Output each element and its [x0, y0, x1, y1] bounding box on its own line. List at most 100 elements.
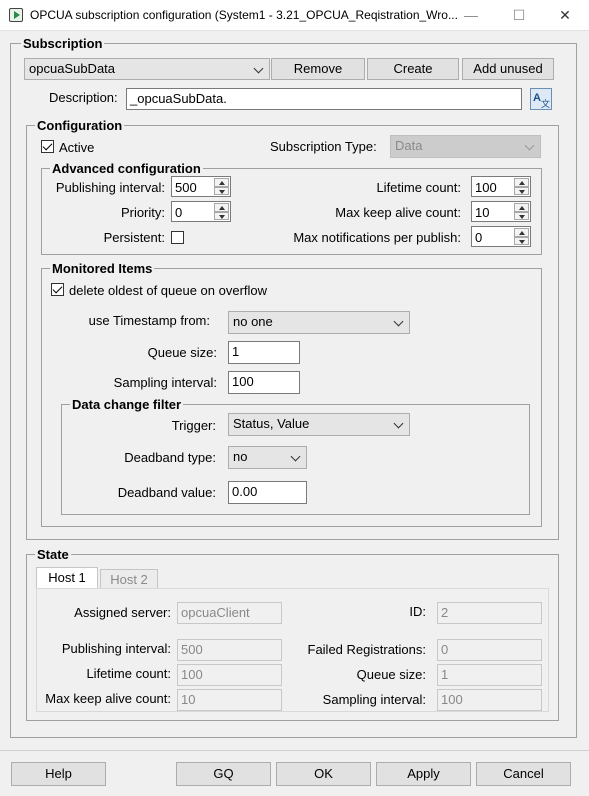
priority-spinner[interactable]: 0: [171, 201, 231, 222]
delete-oldest-checkbox[interactable]: [51, 283, 64, 296]
chevron-down-icon: [253, 59, 265, 79]
state-sampling-interval-value: 100: [437, 689, 542, 711]
state-queue-size-label: Queue size:: [356, 667, 426, 682]
trigger-label: Trigger:: [171, 418, 216, 433]
timestamp-select[interactable]: no one: [228, 311, 410, 334]
persistent-checkbox[interactable]: [171, 231, 184, 244]
publishing-interval-label: Publishing interval:: [55, 180, 165, 195]
assigned-server-label: Assigned server:: [74, 605, 171, 620]
state-lifetime-count-label: Lifetime count:: [86, 666, 171, 681]
spin-up-icon[interactable]: [514, 178, 529, 187]
ok-button[interactable]: OK: [276, 762, 371, 786]
maximize-button[interactable]: ☐: [499, 4, 539, 26]
max-notifications-spinner[interactable]: 0: [471, 226, 531, 247]
max-keep-alive-label: Max keep alive count:: [335, 205, 461, 220]
assigned-server-value: opcuaClient: [177, 602, 282, 624]
timestamp-value: no one: [233, 314, 273, 329]
subscription-type-value: Data: [395, 138, 423, 153]
app-icon: [9, 8, 23, 22]
lifetime-count-value: 100: [475, 180, 497, 195]
state-queue-size-value: 1: [437, 664, 542, 686]
add-unused-button[interactable]: Add unused: [462, 58, 554, 80]
trigger-select[interactable]: Status, Value: [228, 413, 410, 436]
apply-button[interactable]: Apply: [376, 762, 471, 786]
data-change-filter-title: Data change filter: [70, 397, 184, 412]
translate-icon[interactable]: A文: [530, 88, 552, 110]
spin-up-icon[interactable]: [514, 228, 529, 237]
deadband-value-input[interactable]: 0.00: [228, 481, 307, 504]
state-group-title: State: [35, 547, 71, 562]
gq-button[interactable]: GQ: [176, 762, 271, 786]
subscription-select[interactable]: opcuaSubData: [24, 58, 270, 80]
subscription-group-title: Subscription: [21, 36, 105, 51]
spin-down-icon[interactable]: [214, 211, 229, 220]
persistent-label: Persistent:: [103, 230, 165, 245]
svg-text:文: 文: [541, 98, 550, 109]
lifetime-count-label: Lifetime count:: [376, 180, 461, 195]
chevron-down-icon: [290, 447, 302, 468]
publishing-interval-value: 500: [175, 180, 197, 195]
spin-down-icon[interactable]: [514, 211, 529, 220]
subscription-select-value: opcuaSubData: [29, 61, 116, 76]
chevron-down-icon: [393, 312, 405, 333]
id-value: 2: [437, 602, 542, 624]
delete-oldest-label: delete oldest of queue on overflow: [69, 283, 268, 298]
id-label: ID:: [409, 604, 426, 619]
lifetime-count-spinner[interactable]: 100: [471, 176, 531, 197]
state-lifetime-count-value: 100: [177, 664, 282, 686]
failed-registrations-value: 0: [437, 639, 542, 661]
footer-divider: [0, 750, 589, 751]
priority-value: 0: [175, 205, 183, 220]
spin-up-icon[interactable]: [214, 203, 229, 212]
priority-label: Priority:: [120, 205, 165, 220]
max-notifications-value: 0: [475, 230, 483, 245]
configuration-group-title: Configuration: [35, 118, 125, 133]
tab-host-2[interactable]: Host 2: [100, 569, 158, 589]
active-checkbox[interactable]: [41, 140, 54, 153]
spin-up-icon[interactable]: [214, 178, 229, 187]
deadband-type-value: no: [233, 449, 248, 464]
active-label: Active: [59, 140, 95, 155]
sampling-interval-label: Sampling interval:: [113, 375, 217, 390]
svg-text:A: A: [533, 92, 541, 104]
cancel-button[interactable]: Cancel: [476, 762, 571, 786]
state-sampling-interval-label: Sampling interval:: [322, 692, 426, 707]
subscription-type-select[interactable]: Data: [390, 135, 541, 158]
trigger-value: Status, Value: [233, 416, 310, 431]
sampling-interval-input[interactable]: 100: [228, 371, 300, 394]
chevron-down-icon: [393, 414, 405, 435]
advanced-configuration-title: Advanced configuration: [50, 161, 203, 176]
spin-up-icon[interactable]: [514, 203, 529, 212]
deadband-type-label: Deadband type:: [124, 450, 216, 465]
queue-size-input[interactable]: 1: [228, 341, 300, 364]
deadband-value-label: Deadband value:: [117, 485, 216, 500]
description-label: Description:: [49, 90, 118, 105]
state-publishing-interval-value: 500: [177, 639, 282, 661]
spin-down-icon[interactable]: [514, 236, 529, 245]
chevron-down-icon: [524, 136, 536, 157]
queue-size-label: Queue size:: [147, 345, 217, 360]
subscription-type-label: Subscription Type:: [270, 139, 377, 154]
state-publishing-interval-label: Publishing interval:: [61, 641, 171, 656]
timestamp-label: use Timestamp from:: [88, 313, 210, 328]
help-button[interactable]: Help: [11, 762, 106, 786]
description-input[interactable]: _opcuaSubData.: [126, 88, 522, 110]
minimize-button[interactable]: —: [451, 4, 491, 26]
create-button[interactable]: Create: [367, 58, 459, 80]
remove-button[interactable]: Remove: [271, 58, 365, 80]
spin-down-icon[interactable]: [214, 186, 229, 195]
max-keep-alive-spinner[interactable]: 10: [471, 201, 531, 222]
window-title: OPCUA subscription configuration (System…: [30, 8, 458, 22]
title-bar: OPCUA subscription configuration (System…: [0, 0, 589, 31]
deadband-type-select[interactable]: no: [228, 446, 307, 469]
max-notifications-label: Max notifications per publish:: [293, 230, 461, 245]
monitored-items-title: Monitored Items: [50, 261, 155, 276]
close-button[interactable]: ✕: [545, 4, 585, 26]
state-max-keep-alive-value: 10: [177, 689, 282, 711]
spin-down-icon[interactable]: [514, 186, 529, 195]
max-keep-alive-value: 10: [475, 205, 490, 220]
tab-host-1[interactable]: Host 1: [36, 567, 98, 589]
state-max-keep-alive-label: Max keep alive count:: [45, 691, 171, 706]
failed-registrations-label: Failed Registrations:: [307, 642, 427, 657]
publishing-interval-spinner[interactable]: 500: [171, 176, 231, 197]
